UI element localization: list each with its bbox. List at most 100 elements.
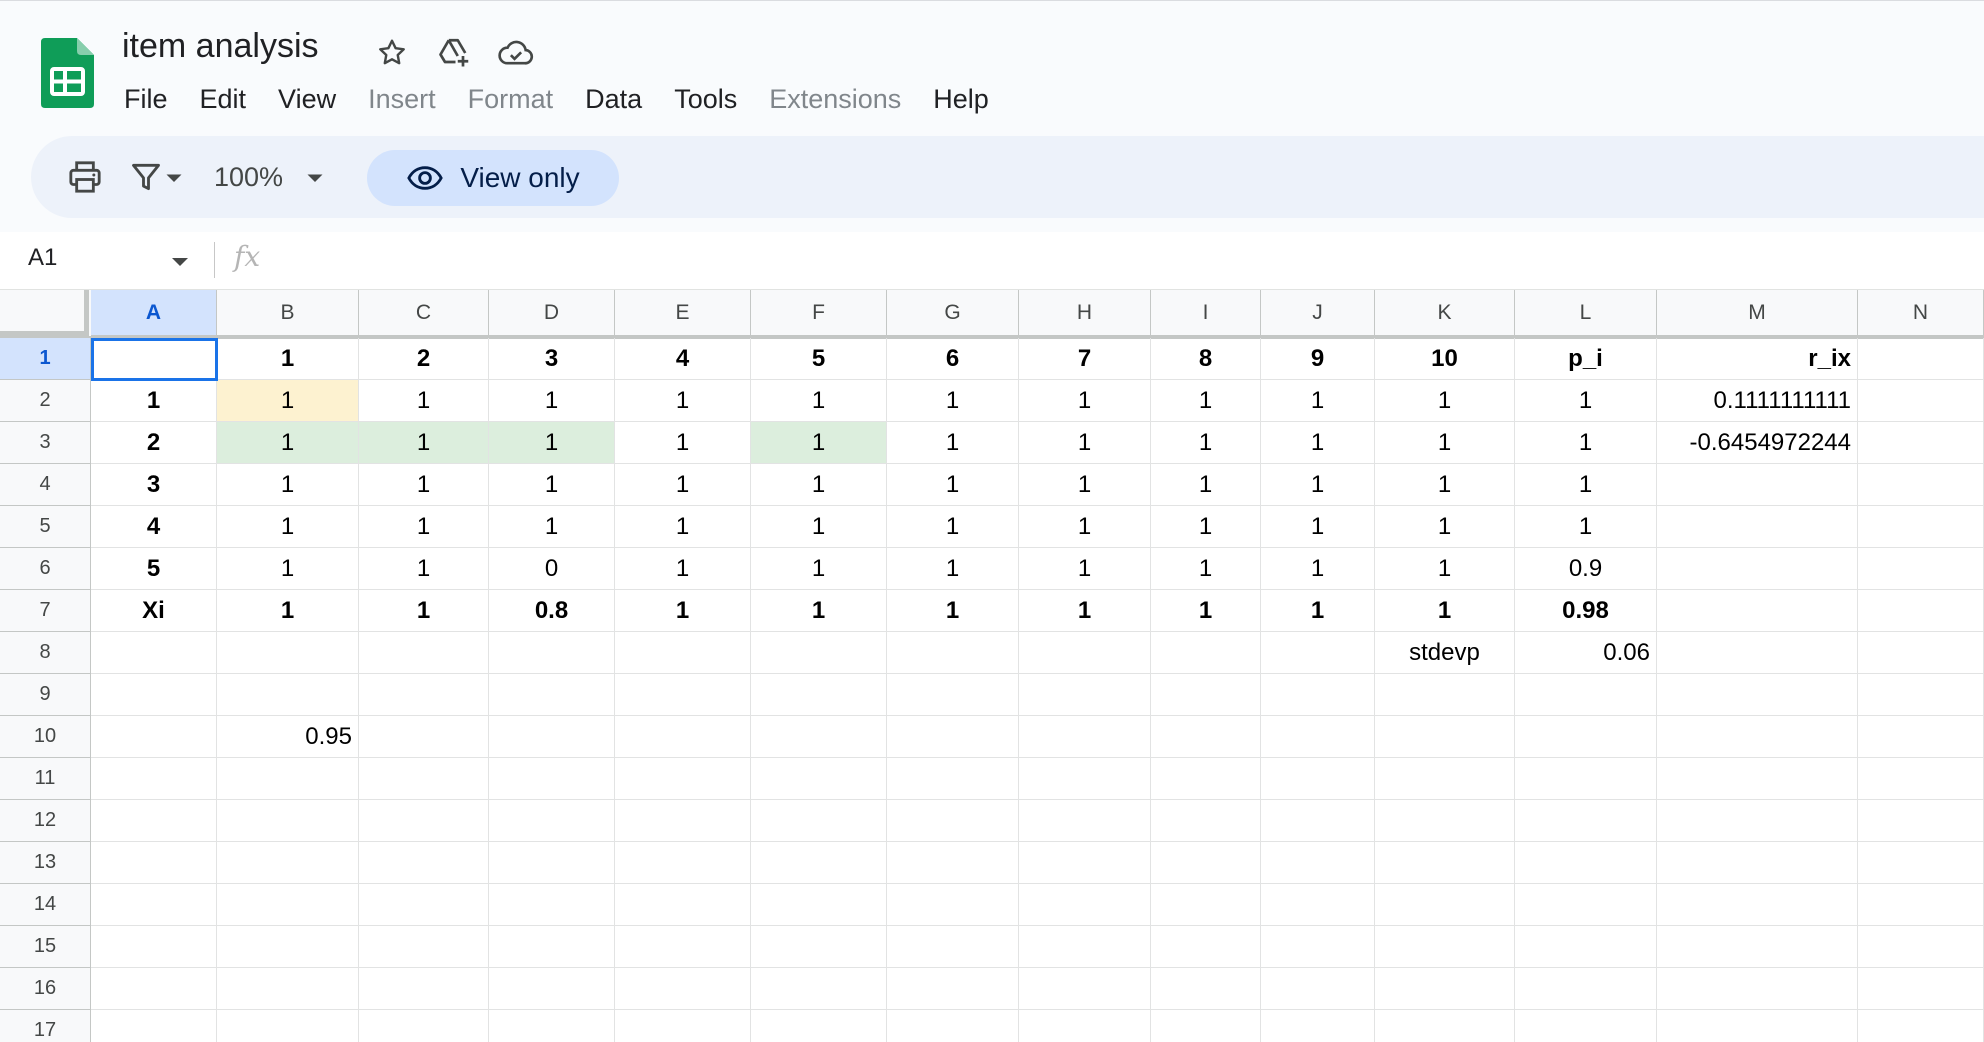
row-header-13[interactable]: 13 — [0, 842, 91, 884]
cell-c17[interactable] — [359, 1010, 489, 1042]
cell-n7[interactable] — [1858, 590, 1984, 632]
cell-d15[interactable] — [489, 926, 615, 968]
cell-c5[interactable]: 1 — [359, 506, 489, 548]
column-header-g[interactable]: G — [887, 290, 1019, 336]
cell-k16[interactable] — [1375, 968, 1515, 1010]
cell-h1[interactable]: 7 — [1019, 338, 1151, 380]
row-header-15[interactable]: 15 — [0, 926, 91, 968]
cell-i6[interactable]: 1 — [1151, 548, 1261, 590]
cell-a10[interactable] — [91, 716, 217, 758]
cell-a6[interactable]: 5 — [91, 548, 217, 590]
cell-n17[interactable] — [1858, 1010, 1984, 1042]
cell-b14[interactable] — [217, 884, 359, 926]
cell-h9[interactable] — [1019, 674, 1151, 716]
row-header-12[interactable]: 12 — [0, 800, 91, 842]
cell-m1[interactable]: r_ix — [1657, 338, 1858, 380]
column-header-c[interactable]: C — [359, 290, 489, 336]
cell-c12[interactable] — [359, 800, 489, 842]
cell-f10[interactable] — [751, 716, 887, 758]
cell-f11[interactable] — [751, 758, 887, 800]
cell-j4[interactable]: 1 — [1261, 464, 1375, 506]
cell-m12[interactable] — [1657, 800, 1858, 842]
cell-k12[interactable] — [1375, 800, 1515, 842]
cell-j13[interactable] — [1261, 842, 1375, 884]
cell-k9[interactable] — [1375, 674, 1515, 716]
row-header-11[interactable]: 11 — [0, 758, 91, 800]
cell-k6[interactable]: 1 — [1375, 548, 1515, 590]
cell-m9[interactable] — [1657, 674, 1858, 716]
cell-a9[interactable] — [91, 674, 217, 716]
cell-i1[interactable]: 8 — [1151, 338, 1261, 380]
cell-b17[interactable] — [217, 1010, 359, 1042]
cell-f1[interactable]: 5 — [751, 338, 887, 380]
zoom-select[interactable]: 100% — [214, 157, 325, 197]
row-header-1[interactable]: 1 — [0, 338, 91, 380]
cell-m15[interactable] — [1657, 926, 1858, 968]
row-header-2[interactable]: 2 — [0, 380, 91, 422]
cell-l16[interactable] — [1515, 968, 1657, 1010]
cell-c8[interactable] — [359, 632, 489, 674]
column-header-m[interactable]: M — [1657, 290, 1858, 336]
row-header-5[interactable]: 5 — [0, 506, 91, 548]
cell-k3[interactable]: 1 — [1375, 422, 1515, 464]
cell-j6[interactable]: 1 — [1261, 548, 1375, 590]
cell-d3[interactable]: 1 — [489, 422, 615, 464]
row-header-8[interactable]: 8 — [0, 632, 91, 674]
cell-l6[interactable]: 0.9 — [1515, 548, 1657, 590]
cell-l8[interactable]: 0.06 — [1515, 632, 1657, 674]
cell-e13[interactable] — [615, 842, 751, 884]
cell-m2[interactable]: 0.1111111111 — [1657, 380, 1858, 422]
cell-a5[interactable]: 4 — [91, 506, 217, 548]
cell-a11[interactable] — [91, 758, 217, 800]
cell-e17[interactable] — [615, 1010, 751, 1042]
cell-k2[interactable]: 1 — [1375, 380, 1515, 422]
cell-h10[interactable] — [1019, 716, 1151, 758]
cell-g1[interactable]: 6 — [887, 338, 1019, 380]
cell-k13[interactable] — [1375, 842, 1515, 884]
cell-i2[interactable]: 1 — [1151, 380, 1261, 422]
cell-a16[interactable] — [91, 968, 217, 1010]
cell-d7[interactable]: 0.8 — [489, 590, 615, 632]
name-box[interactable]: A1 — [28, 244, 57, 272]
cell-i17[interactable] — [1151, 1010, 1261, 1042]
cell-e3[interactable]: 1 — [615, 422, 751, 464]
row-header-4[interactable]: 4 — [0, 464, 91, 506]
cell-d2[interactable]: 1 — [489, 380, 615, 422]
cell-d9[interactable] — [489, 674, 615, 716]
cell-j11[interactable] — [1261, 758, 1375, 800]
cell-b9[interactable] — [217, 674, 359, 716]
chevron-down-icon[interactable] — [170, 256, 190, 268]
cloud-saved-icon[interactable] — [496, 33, 536, 73]
cell-f15[interactable] — [751, 926, 887, 968]
cell-e1[interactable]: 4 — [615, 338, 751, 380]
cell-g3[interactable]: 1 — [887, 422, 1019, 464]
cell-b13[interactable] — [217, 842, 359, 884]
filter-button[interactable] — [129, 157, 185, 197]
cell-n3[interactable] — [1858, 422, 1984, 464]
cell-f17[interactable] — [751, 1010, 887, 1042]
cell-a15[interactable] — [91, 926, 217, 968]
cell-h16[interactable] — [1019, 968, 1151, 1010]
cell-j16[interactable] — [1261, 968, 1375, 1010]
cell-b12[interactable] — [217, 800, 359, 842]
cell-g8[interactable] — [887, 632, 1019, 674]
cell-k17[interactable] — [1375, 1010, 1515, 1042]
cell-n10[interactable] — [1858, 716, 1984, 758]
cell-f3[interactable]: 1 — [751, 422, 887, 464]
cell-g10[interactable] — [887, 716, 1019, 758]
cell-i13[interactable] — [1151, 842, 1261, 884]
cell-n9[interactable] — [1858, 674, 1984, 716]
cell-i9[interactable] — [1151, 674, 1261, 716]
cell-h8[interactable] — [1019, 632, 1151, 674]
cell-m13[interactable] — [1657, 842, 1858, 884]
cell-h11[interactable] — [1019, 758, 1151, 800]
cell-c3[interactable]: 1 — [359, 422, 489, 464]
column-header-i[interactable]: I — [1151, 290, 1261, 336]
cell-i10[interactable] — [1151, 716, 1261, 758]
cell-f2[interactable]: 1 — [751, 380, 887, 422]
cell-e6[interactable]: 1 — [615, 548, 751, 590]
move-to-drive-icon[interactable] — [434, 33, 474, 73]
cell-g14[interactable] — [887, 884, 1019, 926]
cell-k10[interactable] — [1375, 716, 1515, 758]
cell-n2[interactable] — [1858, 380, 1984, 422]
